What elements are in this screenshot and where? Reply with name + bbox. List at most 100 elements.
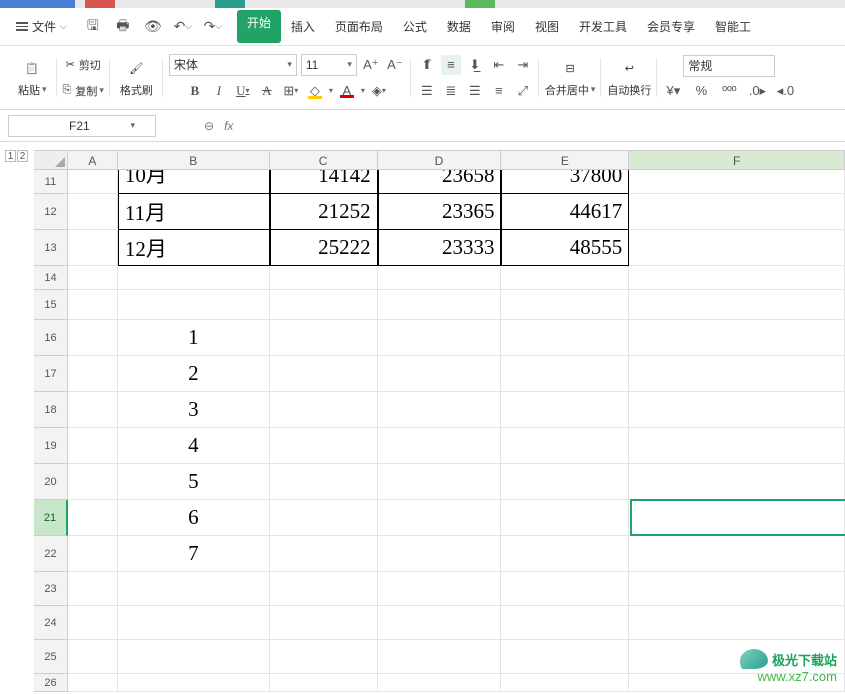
cell-C11[interactable]: 14142 xyxy=(270,170,378,194)
tab-dev[interactable]: 开发工具 xyxy=(569,10,637,43)
cell-A26[interactable] xyxy=(68,674,118,692)
orientation-icon[interactable]: ⤢ xyxy=(513,81,533,101)
currency-icon[interactable]: ¥▾ xyxy=(663,81,683,101)
col-header-B[interactable]: B xyxy=(118,151,270,169)
cell-C21[interactable] xyxy=(270,500,378,536)
select-all-corner[interactable] xyxy=(34,151,68,169)
wrap-text-button[interactable]: ↩ 自动换行 xyxy=(607,58,651,98)
row-header[interactable]: 22 xyxy=(34,536,68,572)
row-header[interactable]: 16 xyxy=(34,320,68,356)
cell-E20[interactable] xyxy=(501,464,629,500)
col-header-F[interactable]: F xyxy=(629,151,845,169)
file-menu[interactable]: 文件 ⌵ xyxy=(8,18,75,35)
cell-C18[interactable] xyxy=(270,392,378,428)
row-header[interactable]: 25 xyxy=(34,640,68,674)
cell-D14[interactable] xyxy=(378,266,502,290)
cell-D24[interactable] xyxy=(378,606,502,640)
cell-B18[interactable]: 3 xyxy=(118,392,270,428)
indent-right-icon[interactable]: ⇥ xyxy=(513,55,533,75)
col-header-D[interactable]: D xyxy=(378,151,502,169)
cell-A25[interactable] xyxy=(68,640,118,674)
cell-B24[interactable] xyxy=(118,606,270,640)
cell-D13[interactable]: 23333 xyxy=(378,230,502,266)
cell-B17[interactable]: 2 xyxy=(118,356,270,392)
cell-B15[interactable] xyxy=(118,290,270,320)
font-size-select[interactable]: 11▾ xyxy=(301,54,357,76)
indent-left-icon[interactable]: ⇤ xyxy=(489,55,509,75)
cell-D19[interactable] xyxy=(378,428,502,464)
cell-D12[interactable]: 23365 xyxy=(378,194,502,230)
cell-C20[interactable] xyxy=(270,464,378,500)
cell-A11[interactable] xyxy=(68,170,118,194)
cell-A18[interactable] xyxy=(68,392,118,428)
row-header[interactable]: 19 xyxy=(34,428,68,464)
number-format-select[interactable]: 常规 xyxy=(683,55,775,77)
formula-input[interactable] xyxy=(243,119,743,133)
align-top-icon[interactable]: ⬆̄ xyxy=(417,55,437,75)
cell-A22[interactable] xyxy=(68,536,118,572)
cell-C22[interactable] xyxy=(270,536,378,572)
cell-A16[interactable] xyxy=(68,320,118,356)
bold-button[interactable]: B xyxy=(185,81,205,101)
cell-E18[interactable] xyxy=(501,392,629,428)
align-middle-icon[interactable]: ≡ xyxy=(441,55,461,75)
outline-levels[interactable]: 12 xyxy=(0,150,34,162)
cell-B16[interactable]: 1 xyxy=(118,320,270,356)
cell-C25[interactable] xyxy=(270,640,378,674)
row-header[interactable]: 17 xyxy=(34,356,68,392)
cell-B11[interactable]: 10月 xyxy=(118,170,270,194)
cell-F20[interactable] xyxy=(629,464,845,500)
comma-icon[interactable]: ººº xyxy=(719,81,739,101)
print-preview-icon[interactable]: 👁 xyxy=(145,19,161,35)
cell-B20[interactable]: 5 xyxy=(118,464,270,500)
cell-E25[interactable] xyxy=(501,640,629,674)
cell-F18[interactable] xyxy=(629,392,845,428)
cell-F22[interactable] xyxy=(629,536,845,572)
cell-A15[interactable] xyxy=(68,290,118,320)
align-right-icon[interactable]: ☰ xyxy=(465,81,485,101)
tab-review[interactable]: 审阅 xyxy=(481,10,525,43)
cell-E26[interactable] xyxy=(501,674,629,692)
merge-center-button[interactable]: ⊟ 合并居中▾ xyxy=(545,58,596,98)
increase-font-icon[interactable]: A⁺ xyxy=(361,55,381,75)
borders-button[interactable]: ⊞▾ xyxy=(281,81,301,101)
print-icon[interactable]: 🖶 xyxy=(115,19,131,35)
row-header[interactable]: 21 xyxy=(34,500,68,536)
col-header-C[interactable]: C xyxy=(270,151,378,169)
cell-A13[interactable] xyxy=(68,230,118,266)
cell-C23[interactable] xyxy=(270,572,378,606)
cell-D21[interactable] xyxy=(378,500,502,536)
row-header[interactable]: 26 xyxy=(34,674,68,692)
cell-E24[interactable] xyxy=(501,606,629,640)
cell-A21[interactable] xyxy=(68,500,118,536)
cell-C19[interactable] xyxy=(270,428,378,464)
cell-E14[interactable] xyxy=(501,266,629,290)
cell-B26[interactable] xyxy=(118,674,270,692)
row-header[interactable]: 23 xyxy=(34,572,68,606)
cell-C26[interactable] xyxy=(270,674,378,692)
row-header[interactable]: 20 xyxy=(34,464,68,500)
paste-button[interactable]: 📋 粘贴▾ xyxy=(14,58,51,98)
cell-D22[interactable] xyxy=(378,536,502,572)
cell-D16[interactable] xyxy=(378,320,502,356)
tab-app-4[interactable] xyxy=(465,0,495,8)
cell-A24[interactable] xyxy=(68,606,118,640)
cell-C13[interactable]: 25222 xyxy=(270,230,378,266)
spreadsheet-grid[interactable]: A B C D E F 1110月1414223658378001211月212… xyxy=(34,150,845,694)
cell-B25[interactable] xyxy=(118,640,270,674)
tab-app-1[interactable] xyxy=(0,0,75,8)
cell-C15[interactable] xyxy=(270,290,378,320)
decrease-font-icon[interactable]: A⁻ xyxy=(385,55,405,75)
cell-A17[interactable] xyxy=(68,356,118,392)
align-left-icon[interactable]: ☰ xyxy=(417,81,437,101)
cell-B22[interactable]: 7 xyxy=(118,536,270,572)
row-header[interactable]: 14 xyxy=(34,266,68,290)
cell-D25[interactable] xyxy=(378,640,502,674)
cell-E15[interactable] xyxy=(501,290,629,320)
cell-A23[interactable] xyxy=(68,572,118,606)
name-box[interactable]: F21▾ xyxy=(8,115,156,137)
cell-D26[interactable] xyxy=(378,674,502,692)
align-center-icon[interactable]: ≣ xyxy=(441,81,461,101)
undo-icon[interactable]: ↶⌵ xyxy=(175,19,191,35)
cell-E12[interactable]: 44617 xyxy=(501,194,629,230)
